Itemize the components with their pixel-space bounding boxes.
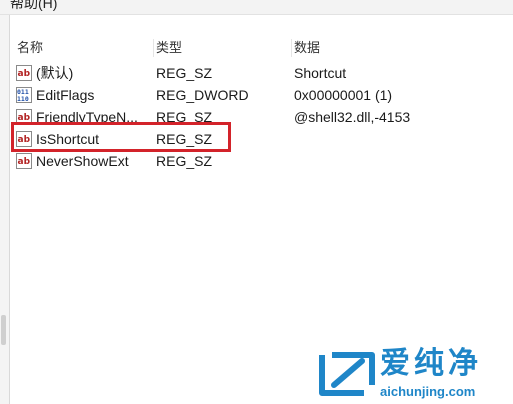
value-type: REG_SZ <box>156 65 213 81</box>
tree-pane <box>0 15 10 404</box>
string-value-icon: ab <box>16 65 32 81</box>
value-data <box>294 128 509 150</box>
column-header-data[interactable]: 数据 <box>294 37 504 59</box>
watermark-logo-icon <box>319 352 375 396</box>
value-data: 0x00000001 (1) <box>294 87 393 103</box>
svg-text:110: 110 <box>17 95 29 103</box>
list-item[interactable]: ab (默认) REG_SZ Shortcut <box>10 62 513 84</box>
menu-help[interactable]: 帮助(H) <box>10 0 57 11</box>
tree-scrollbar[interactable] <box>1 315 6 345</box>
column-header-type[interactable]: 类型 <box>156 37 290 59</box>
value-name: (默认) <box>36 65 74 81</box>
watermark-brand: 爱纯净 <box>380 346 482 381</box>
registry-editor-window: 帮助(H) 名称 类型 数据 ab (默认) REG_SZ Shortcut 0… <box>0 0 513 404</box>
menu-bar: 帮助(H) <box>0 0 513 15</box>
column-divider[interactable] <box>153 39 154 57</box>
binary-value-icon: 011 110 <box>16 87 32 103</box>
string-value-icon: ab <box>16 153 32 169</box>
watermark-url: aichunjing.com <box>380 384 476 399</box>
value-data <box>294 150 509 172</box>
value-name: EditFlags <box>36 87 95 103</box>
column-divider[interactable] <box>291 39 292 57</box>
value-data: @shell32.dll,-4153 <box>294 109 411 125</box>
value-type: REG_DWORD <box>156 87 249 103</box>
list-header: 名称 类型 数据 <box>10 37 513 59</box>
highlight-box <box>11 122 231 152</box>
svg-text:ab: ab <box>18 69 31 79</box>
value-data: Shortcut <box>294 65 347 81</box>
column-header-name[interactable]: 名称 <box>17 37 153 59</box>
value-type: REG_SZ <box>156 153 213 169</box>
svg-text:ab: ab <box>18 157 31 167</box>
list-item[interactable]: 011 110 EditFlags REG_DWORD 0x00000001 (… <box>10 84 513 106</box>
value-name: NeverShowExt <box>36 153 129 169</box>
list-item[interactable]: ab NeverShowExt REG_SZ <box>10 150 513 172</box>
